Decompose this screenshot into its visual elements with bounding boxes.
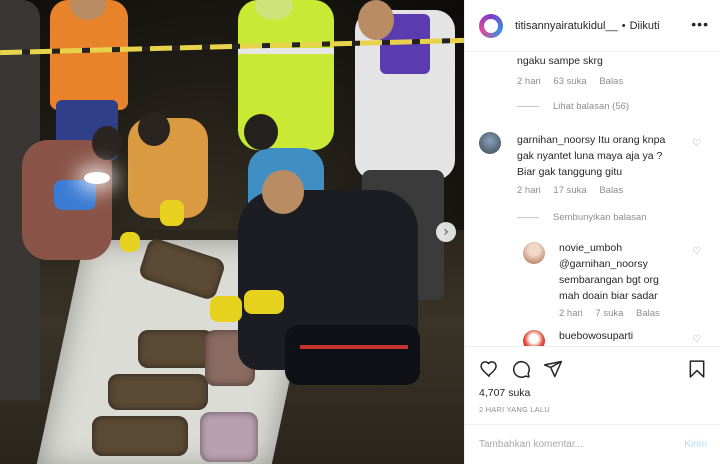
remains — [138, 330, 214, 368]
commenter-avatar[interactable] — [523, 330, 545, 346]
comment-text: ngaku sampe skrg — [517, 55, 603, 67]
person-black-legs — [285, 325, 420, 385]
add-comment-bar: Kirim — [465, 424, 720, 464]
reply-button[interactable]: Balas — [636, 308, 660, 319]
remains — [92, 416, 188, 456]
yellow-glove — [210, 296, 242, 322]
comment-meta: 2 hari 7 suka Balas — [559, 308, 670, 319]
remains — [200, 412, 258, 462]
author-username[interactable]: titisannyairatukidul__ — [515, 20, 618, 32]
view-replies-toggle[interactable]: Lihat balasan (56) — [517, 101, 629, 112]
comment-likes[interactable]: 7 suka — [595, 308, 623, 319]
reply-body: novie_umboh @garnihan_noorsy sembarangan… — [559, 240, 699, 304]
post-header: titisannyairatukidul__ • Diikuti ••• — [465, 0, 720, 52]
like-comment-heart-icon[interactable]: ♡ — [692, 334, 701, 345]
like-comment-heart-icon[interactable]: ♡ — [692, 246, 701, 257]
like-comment-heart-icon[interactable]: ♡ — [692, 138, 701, 149]
comment-text-line: mah doain biar sadar — [559, 290, 658, 302]
commenter-username[interactable]: buebowosuparti — [559, 328, 633, 344]
flashlight-glare — [84, 172, 110, 184]
head — [358, 0, 394, 40]
bookmark-icon[interactable] — [687, 359, 707, 379]
author-avatar[interactable] — [479, 13, 503, 38]
yellow-glove — [160, 200, 184, 226]
reply-button[interactable]: Balas — [599, 76, 623, 87]
head — [92, 126, 122, 160]
comment-time: 2 hari — [517, 185, 541, 196]
separator-dot: • — [621, 19, 626, 32]
comment-text-line: gak nyantet luna maya aja ya ? — [517, 150, 663, 162]
commenter-avatar[interactable] — [479, 132, 501, 154]
heart-icon[interactable] — [479, 359, 499, 379]
reply-body: buebowosuparti — [559, 328, 633, 344]
comment-meta: 2 hari 63 suka Balas — [517, 76, 633, 87]
commenter-username[interactable]: garnihan_noorsy — [517, 134, 595, 146]
comment-text-line: Itu orang knpa — [598, 134, 666, 146]
more-options-icon[interactable]: ••• — [691, 16, 709, 32]
comment-meta: 2 hari 17 suka Balas — [517, 185, 633, 196]
post-date: 2 HARI YANG LALU — [479, 405, 550, 414]
vest-reflective-stripe — [238, 48, 334, 54]
commenter-avatar[interactable] — [523, 242, 545, 264]
comment-time: 2 hari — [517, 76, 541, 87]
remains — [108, 374, 208, 410]
post-actions: 4,707 suka 2 HARI YANG LALU — [465, 346, 720, 418]
instagram-post: › titisannyairatukidul__ • Diikuti ••• n… — [0, 0, 720, 464]
post-photo[interactable]: › — [0, 0, 464, 464]
head — [262, 170, 304, 214]
yellow-glove — [244, 290, 284, 314]
next-image-button[interactable]: › — [436, 222, 456, 242]
comment-text-line: sembarangan bgt org — [559, 274, 659, 286]
follow-status[interactable]: Diikuti — [630, 20, 660, 32]
commenter-username[interactable]: novie_umboh — [559, 240, 699, 256]
comment-body: garnihan_noorsy Itu orang knpa gak nyant… — [517, 132, 697, 180]
comment-icon[interactable] — [511, 359, 531, 379]
head — [244, 114, 278, 150]
comment-likes[interactable]: 17 suka — [553, 185, 586, 196]
yellow-glove — [120, 232, 140, 252]
blue-glove — [54, 180, 96, 210]
comment-likes[interactable]: 63 suka — [553, 76, 586, 87]
reply-button[interactable]: Balas — [599, 185, 623, 196]
comments-list: ngaku sampe skrg 2 hari 63 suka Balas Li… — [465, 52, 720, 346]
mention-link[interactable]: @garnihan_noorsy — [559, 256, 699, 272]
share-icon[interactable] — [543, 359, 563, 379]
chevron-right-icon: › — [443, 224, 449, 240]
comment-time: 2 hari — [559, 308, 583, 319]
comment-text-line: Biar gak tanggung gitu — [517, 166, 623, 178]
track-pants-stripe — [300, 345, 408, 349]
comment-input[interactable] — [479, 439, 685, 450]
send-comment-button[interactable]: Kirim — [684, 439, 707, 450]
like-count[interactable]: 4,707 suka — [479, 387, 530, 399]
hide-replies-toggle[interactable]: Sembunyikan balasan — [517, 212, 646, 223]
post-side-panel: titisannyairatukidul__ • Diikuti ••• nga… — [464, 0, 720, 464]
head — [138, 112, 170, 146]
